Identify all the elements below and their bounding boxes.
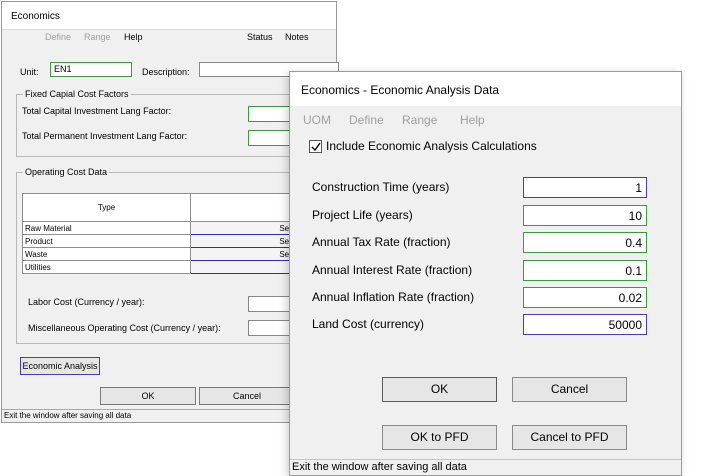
window-title: Economics bbox=[2, 2, 336, 30]
menu-range[interactable]: Range bbox=[84, 32, 111, 42]
menu-define[interactable]: Define bbox=[349, 113, 384, 127]
menu-help[interactable]: Help bbox=[460, 113, 485, 127]
checkmark-icon bbox=[311, 142, 321, 152]
tax-rate-label: Annual Tax Rate (fraction) bbox=[312, 235, 451, 249]
tax-rate-field[interactable]: 0.4 bbox=[523, 232, 647, 253]
include-checkbox[interactable] bbox=[309, 140, 322, 153]
misc-cost-label: Miscellaneous Operating Cost (Currency /… bbox=[28, 323, 221, 333]
cancel-button[interactable]: Cancel bbox=[512, 377, 627, 402]
menu-status[interactable]: Status bbox=[247, 32, 273, 42]
ok-button[interactable]: OK bbox=[382, 377, 497, 402]
fixed-capital-group-title: Fixed Capial Cost Factors bbox=[23, 89, 131, 99]
cancel-button[interactable]: Cancel bbox=[199, 387, 295, 405]
window-title: Economics - Economic Analysis Data bbox=[290, 72, 681, 106]
construction-time-label: Construction Time (years) bbox=[312, 180, 450, 194]
economic-analysis-button[interactable]: Economic Analysis bbox=[20, 357, 100, 375]
project-life-field[interactable]: 10 bbox=[523, 205, 647, 226]
project-life-label: Project Life (years) bbox=[312, 208, 413, 222]
menu-notes[interactable]: Notes bbox=[285, 32, 309, 42]
status-bar: Exit the window after saving all data bbox=[290, 459, 681, 475]
unit-label: Unit: bbox=[20, 67, 39, 77]
inflation-rate-label: Annual Inflation Rate (fraction) bbox=[312, 290, 475, 304]
menu-uom[interactable]: UOM bbox=[303, 113, 331, 127]
cancel-to-pfd-button[interactable]: Cancel to PFD bbox=[512, 425, 627, 450]
economic-analysis-window: Economics - Economic Analysis Data UOM D… bbox=[289, 71, 682, 476]
ok-to-pfd-button[interactable]: OK to PFD bbox=[382, 425, 497, 450]
menu-bar: Define Range Help Status Notes bbox=[2, 30, 336, 47]
status-bar: Exit the window after saving all data bbox=[2, 409, 336, 422]
land-cost-field[interactable]: 50000 bbox=[523, 314, 647, 335]
inflation-rate-field[interactable]: 0.02 bbox=[523, 287, 647, 308]
labor-cost-label: Labor Cost (Currency / year): bbox=[28, 297, 145, 307]
economics-window: Economics Define Range Help Status Notes… bbox=[1, 1, 352, 423]
interest-rate-field[interactable]: 0.1 bbox=[523, 260, 647, 281]
row-type: Raw Material bbox=[22, 221, 191, 235]
land-cost-label: Land Cost (currency) bbox=[312, 317, 425, 331]
interest-rate-label: Annual Interest Rate (fraction) bbox=[312, 263, 473, 277]
menu-help[interactable]: Help bbox=[124, 32, 143, 42]
ok-button[interactable]: OK bbox=[100, 387, 196, 405]
menu-bar: UOM Define Range Help bbox=[290, 106, 681, 136]
include-label: Include Economic Analysis Calculations bbox=[326, 139, 537, 153]
row-type: Waste bbox=[22, 247, 191, 261]
operating-cost-group-title: Operating Cost Data bbox=[23, 167, 110, 177]
type-column-header: Type bbox=[22, 193, 191, 222]
tpi-label: Total Permanent Investment Lang Factor: bbox=[22, 131, 188, 141]
row-type: Utilities bbox=[22, 260, 191, 274]
tci-label: Total Capital Investment Lang Factor: bbox=[22, 106, 172, 116]
description-label: Description: bbox=[142, 67, 190, 77]
unit-field[interactable]: EN1 bbox=[50, 62, 132, 77]
construction-time-field[interactable]: 1 bbox=[523, 177, 647, 198]
menu-define[interactable]: Define bbox=[45, 32, 71, 42]
row-type: Product bbox=[22, 234, 191, 248]
menu-range[interactable]: Range bbox=[402, 113, 437, 127]
